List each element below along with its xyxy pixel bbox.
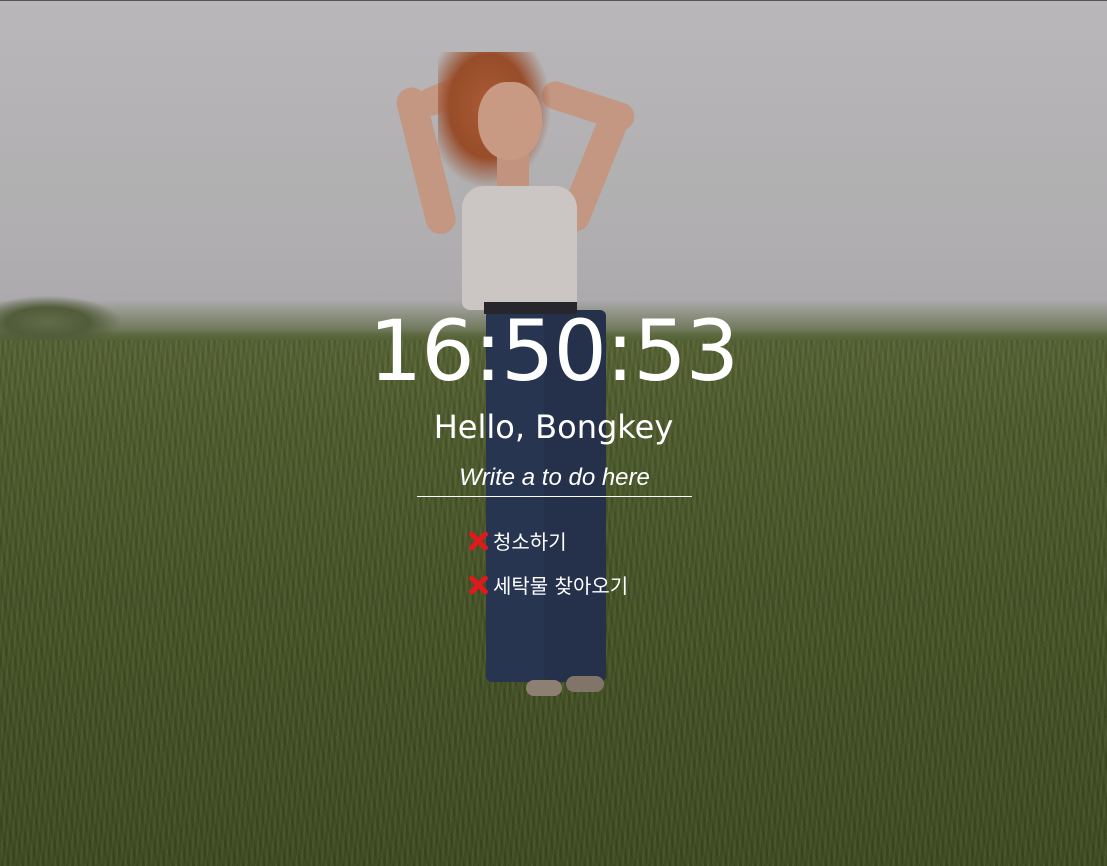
greeting: Hello, Bongkey	[433, 408, 674, 446]
todo-form	[417, 462, 692, 497]
todo-list: 청소하기 세탁물 찾아오기	[467, 518, 767, 606]
momentum-app: 16:50:53 Hello, Bongkey 청소하기 세탁물 찾아오기	[0, 0, 1107, 866]
todo-text: 세탁물 찾아오기	[493, 573, 629, 598]
todo-item: 세탁물 찾아오기	[467, 562, 767, 606]
delete-x-icon[interactable]	[467, 529, 489, 551]
todo-item: 청소하기	[467, 518, 767, 562]
delete-x-icon[interactable]	[467, 573, 489, 595]
todo-text: 청소하기	[493, 529, 567, 554]
clock: 16:50:53	[368, 302, 739, 400]
todo-input[interactable]	[417, 462, 692, 497]
